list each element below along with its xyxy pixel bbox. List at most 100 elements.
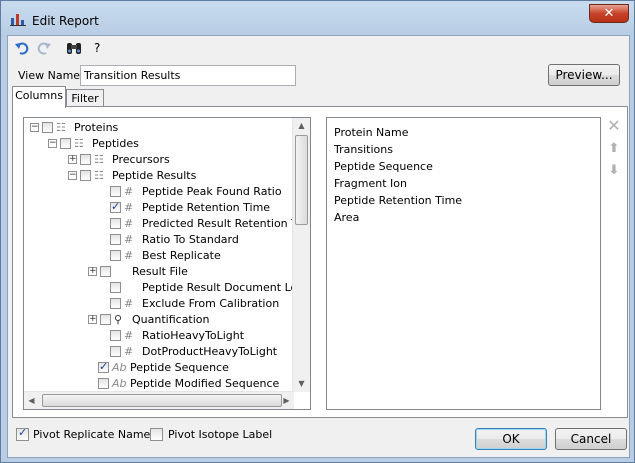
column-tree[interactable]: − ☷ Proteins − ☷ Peptides + ☷ Precursors − ☷ Peptid… [23,117,311,410]
tree-node[interactable]: # Exclude From Calibration [24,296,294,312]
list-item[interactable]: Peptide Sequence [334,158,433,175]
tree-node-label: Predicted Result Retention Time [142,217,311,230]
preview-button[interactable]: Preview... [548,64,620,86]
tree-node[interactable]: ✓ Ab Peptide Sequence [24,360,294,376]
view-name-label: View Name: [18,69,84,82]
table-icon: ☷ [74,137,84,150]
tree-node-checkbox[interactable] [110,346,121,357]
title-bar[interactable]: Edit Report ✕ [1,1,634,35]
tree-node[interactable]: # Peptide Peak Found Ratio [24,184,294,200]
list-item[interactable]: Transitions [334,141,393,158]
tree-node-checkbox[interactable] [110,282,121,293]
expand-plus-icon[interactable]: + [88,315,97,324]
ok-button[interactable]: OK [475,428,547,450]
text-icon: Ab [112,361,127,374]
tree-vertical-scrollbar[interactable]: ▲ ▼ [292,118,310,392]
tree-scroll-thumb[interactable] [295,135,308,225]
tree-node-checkbox[interactable] [98,378,109,389]
dialog-client-area: ? View Name: Preview... Columns Filter −… [7,35,630,458]
expand-plus-icon[interactable]: + [68,155,77,164]
tree-node[interactable]: # Predicted Result Retention Time [24,216,310,232]
tree-node-label: Precursors [112,153,170,166]
move-up-icon[interactable]: ⬆ [606,141,622,157]
tree-node[interactable]: + Result File [24,264,294,280]
window-title: Edit Report [32,14,99,28]
tree-node-checkbox[interactable] [110,330,121,341]
list-item[interactable]: Peptide Retention Time [334,192,462,209]
expand-plus-icon[interactable]: + [88,267,97,276]
tree-node-label: Peptides [92,137,139,150]
tree-node[interactable]: # RatioHeavyToLight [24,328,294,344]
view-name-input[interactable] [80,65,296,86]
tree-node-checkbox[interactable] [80,170,91,181]
pivot-replicate-label: Pivot Replicate Name [33,428,151,441]
tree-node-label: DotProductHeavyToLight [142,345,278,358]
tree-horizontal-scrollbar[interactable]: ◀ ▶ [24,391,294,409]
tree-node[interactable]: − ☷ Proteins [24,120,294,136]
scroll-right-arrow-icon[interactable]: ▶ [279,393,294,408]
tree-node-label: Peptide Sequence [130,361,229,374]
tree-node-checkbox[interactable] [100,266,111,277]
tree-node-checkbox[interactable]: ✓ [110,200,121,213]
number-icon: # [124,217,134,230]
tree-node[interactable]: # DotProductHeavyToLight [24,344,294,360]
collapse-minus-icon[interactable]: − [30,123,39,132]
tree-node-label: Proteins [74,121,119,134]
scroll-up-arrow-icon[interactable]: ▲ [294,118,309,133]
scroll-left-arrow-icon[interactable]: ◀ [24,393,39,408]
tree-node[interactable]: # Best Replicate [24,248,294,264]
tree-node-label: Result File [132,265,188,278]
binoculars-icon[interactable] [66,40,82,56]
checkmark-icon: ✓ [18,426,28,439]
tree-node-checkbox[interactable] [110,218,121,229]
tree-node[interactable]: + ☷ Precursors [24,152,294,168]
tree-node-label: Peptide Retention Time [142,201,271,214]
move-down-icon[interactable]: ⬇ [606,163,622,179]
redo-icon[interactable] [36,40,52,56]
table-icon: ☷ [94,169,104,182]
cancel-button[interactable]: Cancel [555,428,627,450]
tree-node[interactable]: − ☷ Peptide Results [24,168,294,184]
pivot-replicate-checkbox[interactable]: ✓ [16,426,29,441]
tree-node[interactable]: + ⚲ Quantification [24,312,294,328]
tree-node-checkbox[interactable] [80,154,91,165]
selected-columns-list[interactable]: Protein Name Transitions Peptide Sequenc… [326,117,601,410]
tree-node[interactable]: − ☷ Peptides [24,136,294,152]
table-icon: ☷ [94,153,104,166]
tree-node[interactable]: ✓ # Peptide Retention Time [24,200,294,216]
tree-node[interactable]: Ab Peptide Modified Sequence [24,376,294,392]
tree-node-checkbox[interactable] [110,250,121,261]
tree-node-checkbox[interactable] [100,314,111,325]
number-icon: # [124,297,134,310]
undo-icon[interactable] [14,40,30,56]
tab-columns[interactable]: Columns [12,86,66,108]
tree-hscroll-thumb[interactable] [42,394,282,407]
collapse-minus-icon[interactable]: − [48,139,57,148]
tree-node-checkbox[interactable] [110,298,121,309]
tree-node-label: RatioHeavyToLight [142,329,245,342]
tree-node-label: Peptide Peak Found Ratio [142,185,282,198]
tree-node-checkbox[interactable] [110,186,121,197]
list-item[interactable]: Protein Name [334,124,409,141]
tree-node-checkbox[interactable] [60,138,71,149]
tree-node[interactable]: Peptide Result Document Location [24,280,310,296]
tree-node-label: Peptide Result Document Location [142,281,310,294]
list-item[interactable]: Fragment Ion [334,175,407,192]
blank-icon [124,281,142,295]
list-item[interactable]: Area [334,209,359,226]
tree-node[interactable]: # Ratio To Standard [24,232,294,248]
delete-icon[interactable]: ✕ [606,118,622,134]
tree-node-checkbox[interactable] [110,234,121,245]
tree-node-label: Quantification [132,313,210,326]
scroll-down-arrow-icon[interactable]: ▼ [294,376,309,391]
close-button[interactable]: ✕ [589,4,629,23]
edit-report-window: Edit Report ✕ ? View Name: Preview... Co… [0,0,635,463]
number-icon: # [124,345,134,358]
collapse-minus-icon[interactable]: − [68,171,77,180]
checkmark-icon: ✓ [99,360,109,373]
tab-filter[interactable]: Filter [66,89,104,107]
help-button[interactable]: ? [94,41,100,55]
tree-node-checkbox[interactable] [42,122,53,133]
tree-node-checkbox[interactable]: ✓ [98,360,109,373]
pivot-isotope-checkbox[interactable] [150,428,163,441]
